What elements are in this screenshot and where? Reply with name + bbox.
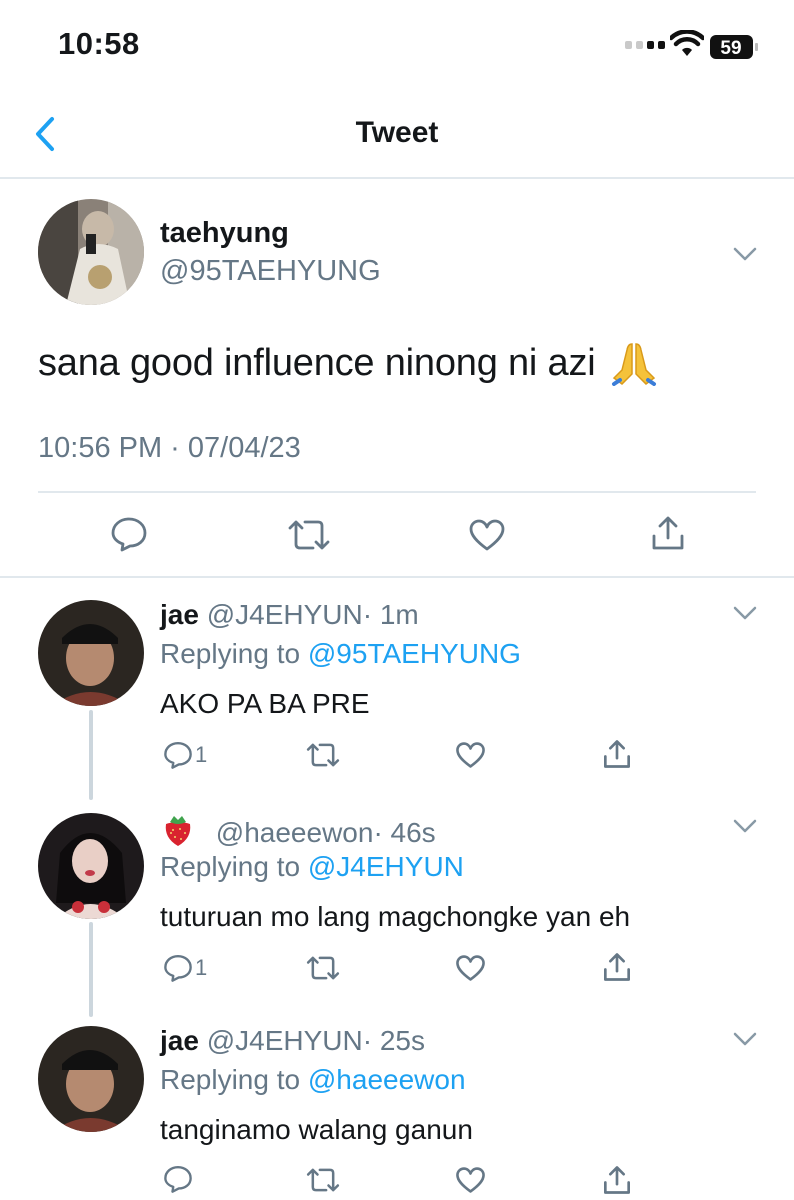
reply-header[interactable]: @haeeewon· 46s [160, 812, 436, 849]
reply-icon [164, 954, 192, 982]
avatar-photo [38, 199, 144, 305]
status-bar: 10:58 59 [0, 0, 794, 95]
reply-button[interactable] [163, 1164, 195, 1194]
divider [0, 576, 794, 578]
strawberry-emoji-icon [165, 816, 191, 846]
status-time: 10:58 [58, 26, 140, 61]
replying-to-mention[interactable]: @95TAEHYUNG [308, 638, 521, 669]
reply-author-name[interactable]: jae [160, 599, 199, 630]
share-icon[interactable] [602, 1164, 632, 1196]
avatar[interactable] [38, 600, 144, 706]
reply-count: 1 [195, 742, 208, 767]
reply-header[interactable]: jae @J4EHYUN· 25s [160, 1025, 425, 1057]
like-heart-icon[interactable] [468, 518, 506, 552]
share-icon[interactable] [602, 738, 632, 770]
replying-to: Replying to @J4EHYUN [160, 851, 464, 883]
author-name[interactable]: taehyung [160, 217, 289, 250]
retweet-icon[interactable] [305, 741, 341, 769]
replying-label: Replying to [160, 638, 301, 669]
like-heart-icon[interactable] [455, 1166, 486, 1194]
replying-label: Replying to [160, 851, 301, 882]
reply-icon [164, 1165, 192, 1193]
retweet-icon[interactable] [305, 954, 341, 982]
retweet-icon[interactable] [286, 518, 332, 552]
reply-author-name[interactable]: jae [160, 1025, 199, 1056]
chevron-down-icon[interactable] [733, 818, 757, 834]
replying-to: Replying to @95TAEHYUNG [160, 638, 521, 670]
reply-icon [164, 741, 192, 769]
reply-text: tanginamo walang ganun [160, 1114, 473, 1145]
reply-time: · 25s [362, 1025, 425, 1056]
author-handle[interactable]: @95TAEHYUNG [160, 255, 381, 288]
avatar-photo [38, 1026, 144, 1132]
reply-time: · 46s [373, 817, 436, 848]
divider [38, 491, 756, 493]
folded-hands-emoji-icon [611, 343, 656, 386]
reply-icon[interactable] [110, 516, 148, 552]
chevron-down-icon[interactable] [733, 246, 757, 262]
reply-button[interactable]: 1 [163, 740, 207, 770]
like-heart-icon[interactable] [455, 741, 486, 769]
nav-bar: Tweet [0, 95, 794, 179]
reply-text: tuturuan mo lang magchongke yan eh [160, 901, 631, 932]
reply-time: · 1m [362, 599, 419, 630]
retweet-icon[interactable] [305, 1166, 341, 1194]
reply-text: AKO PA BA PRE [160, 688, 370, 719]
share-icon[interactable] [650, 514, 686, 552]
battery-icon: 59 [710, 35, 758, 59]
chevron-down-icon[interactable] [733, 1031, 757, 1047]
reply-author-handle[interactable]: @haeeewon [216, 817, 374, 848]
reply-button[interactable]: 1 [163, 953, 207, 983]
battery-level: 59 [720, 38, 741, 59]
reply-header[interactable]: jae @J4EHYUN· 1m [160, 599, 419, 631]
avatar[interactable] [38, 199, 144, 305]
thread-line [89, 710, 93, 800]
tweet-text-content: sana good influence ninong ni azi [38, 341, 596, 384]
share-icon[interactable] [602, 951, 632, 983]
tweet-text: sana good influence ninong ni azi [38, 340, 658, 386]
replying-label: Replying to [160, 1064, 301, 1095]
cellular-signal-icon [625, 41, 665, 49]
avatar[interactable] [38, 813, 144, 919]
avatar-photo [38, 813, 144, 919]
tweet-timestamp: 10:56 PM · 07/04/23 [38, 432, 301, 464]
replying-to-mention[interactable]: @haeeewon [308, 1064, 466, 1095]
thread-line [89, 922, 93, 1017]
like-heart-icon[interactable] [455, 954, 486, 982]
chevron-down-icon[interactable] [733, 605, 757, 621]
avatar-photo [38, 600, 144, 706]
reply-author-handle[interactable]: @J4EHYUN [207, 599, 363, 630]
reply-count: 1 [195, 955, 208, 980]
replying-to: Replying to @haeeewon [160, 1064, 466, 1096]
replying-to-mention[interactable]: @J4EHYUN [308, 851, 464, 882]
page-title: Tweet [355, 116, 439, 149]
reply-author-handle[interactable]: @J4EHYUN [207, 1025, 363, 1056]
avatar[interactable] [38, 1026, 144, 1132]
wifi-icon [670, 30, 704, 56]
